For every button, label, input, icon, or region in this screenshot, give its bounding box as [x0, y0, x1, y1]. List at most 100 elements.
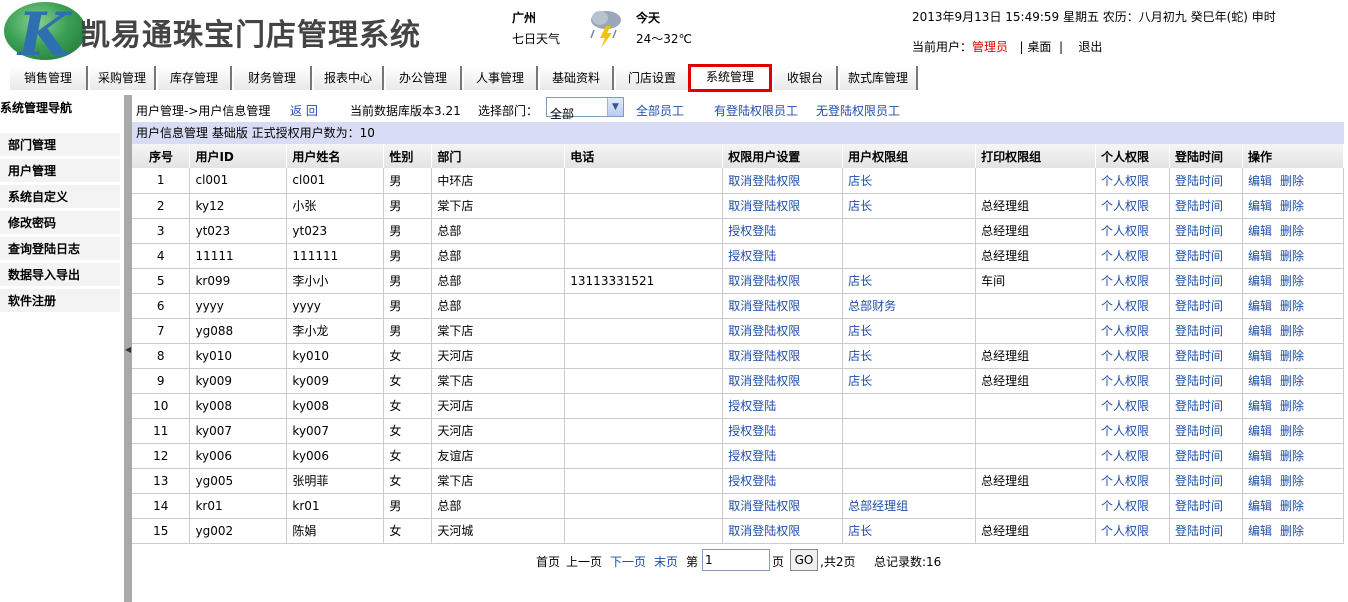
permission-group-link[interactable]: 店长 [848, 174, 872, 188]
nav-reports[interactable]: 报表中心 [314, 66, 384, 90]
edit-link[interactable]: 编辑 [1248, 499, 1272, 513]
delete-link[interactable]: 删除 [1280, 424, 1304, 438]
permission-setting-link[interactable]: 取消登陆权限 [728, 174, 800, 188]
permission-group-link[interactable]: 店长 [848, 324, 872, 338]
personal-permission-link[interactable]: 个人权限 [1101, 374, 1149, 388]
login-time-link[interactable]: 登陆时间 [1175, 199, 1223, 213]
all-staff-link[interactable]: 全部员工 [636, 102, 684, 119]
delete-link[interactable]: 删除 [1280, 274, 1304, 288]
permission-setting-link[interactable]: 授权登陆 [728, 224, 776, 238]
delete-link[interactable]: 删除 [1280, 499, 1304, 513]
personal-permission-link[interactable]: 个人权限 [1101, 449, 1149, 463]
login-time-link[interactable]: 登陆时间 [1175, 474, 1223, 488]
personal-permission-link[interactable]: 个人权限 [1101, 399, 1149, 413]
logout-link[interactable]: 退出 [1078, 40, 1102, 54]
login-time-link[interactable]: 登陆时间 [1175, 499, 1223, 513]
delete-link[interactable]: 删除 [1280, 174, 1304, 188]
personal-permission-link[interactable]: 个人权限 [1101, 224, 1149, 238]
nav-system-management[interactable]: 系统管理 [688, 64, 772, 92]
permission-group-link[interactable]: 店长 [848, 199, 872, 213]
personal-permission-link[interactable]: 个人权限 [1101, 199, 1149, 213]
chevron-down-icon[interactable]: ▼ [607, 98, 623, 116]
edit-link[interactable]: 编辑 [1248, 399, 1272, 413]
nav-cashier[interactable]: 收银台 [774, 66, 838, 90]
permission-setting-link[interactable]: 取消登陆权限 [728, 374, 800, 388]
login-time-link[interactable]: 登陆时间 [1175, 374, 1223, 388]
personal-permission-link[interactable]: 个人权限 [1101, 499, 1149, 513]
login-time-link[interactable]: 登陆时间 [1175, 249, 1223, 263]
go-button[interactable]: GO [790, 549, 818, 571]
permission-group-link[interactable]: 总部经理组 [848, 499, 908, 513]
collapse-arrow-icon[interactable]: ◀ [125, 345, 131, 354]
permission-setting-link[interactable]: 授权登陆 [728, 449, 776, 463]
login-time-link[interactable]: 登陆时间 [1175, 324, 1223, 338]
login-time-link[interactable]: 登陆时间 [1175, 399, 1223, 413]
personal-permission-link[interactable]: 个人权限 [1101, 274, 1149, 288]
personal-permission-link[interactable]: 个人权限 [1101, 324, 1149, 338]
permission-setting-link[interactable]: 取消登陆权限 [728, 274, 800, 288]
login-time-link[interactable]: 登陆时间 [1175, 449, 1223, 463]
nav-finance[interactable]: 财务管理 [234, 66, 312, 90]
nav-inventory[interactable]: 库存管理 [158, 66, 232, 90]
delete-link[interactable]: 删除 [1280, 324, 1304, 338]
permission-group-link[interactable]: 店长 [848, 374, 872, 388]
edit-link[interactable]: 编辑 [1248, 299, 1272, 313]
sidebar-item-users[interactable]: 用户管理 [0, 159, 120, 183]
delete-link[interactable]: 删除 [1280, 224, 1304, 238]
edit-link[interactable]: 编辑 [1248, 424, 1272, 438]
nav-purchase[interactable]: 采购管理 [90, 66, 156, 90]
permission-group-link[interactable]: 店长 [848, 274, 872, 288]
next-page-link[interactable]: 下一页 [610, 553, 646, 570]
edit-link[interactable]: 编辑 [1248, 174, 1272, 188]
personal-permission-link[interactable]: 个人权限 [1101, 524, 1149, 538]
personal-permission-link[interactable]: 个人权限 [1101, 299, 1149, 313]
delete-link[interactable]: 删除 [1280, 399, 1304, 413]
dept-select[interactable]: 全部 ▼ [546, 97, 624, 121]
edit-link[interactable]: 编辑 [1248, 324, 1272, 338]
permission-setting-link[interactable]: 取消登陆权限 [728, 524, 800, 538]
edit-link[interactable]: 编辑 [1248, 524, 1272, 538]
nav-basic-data[interactable]: 基础资料 [540, 66, 614, 90]
sidebar-item-registration[interactable]: 软件注册 [0, 289, 120, 313]
permission-group-link[interactable]: 店长 [848, 349, 872, 363]
permission-setting-link[interactable]: 取消登陆权限 [728, 324, 800, 338]
edit-link[interactable]: 编辑 [1248, 449, 1272, 463]
permission-setting-link[interactable]: 授权登陆 [728, 399, 776, 413]
nav-sales[interactable]: 销售管理 [10, 66, 88, 90]
permission-setting-link[interactable]: 取消登陆权限 [728, 199, 800, 213]
edit-link[interactable]: 编辑 [1248, 349, 1272, 363]
sidebar-item-custom[interactable]: 系统自定义 [0, 185, 120, 209]
personal-permission-link[interactable]: 个人权限 [1101, 174, 1149, 188]
delete-link[interactable]: 删除 [1280, 299, 1304, 313]
delete-link[interactable]: 删除 [1280, 249, 1304, 263]
weather-week-link[interactable]: 七日天气 [512, 30, 560, 47]
nav-store-settings[interactable]: 门店设置 [616, 66, 690, 90]
login-time-link[interactable]: 登陆时间 [1175, 424, 1223, 438]
delete-link[interactable]: 删除 [1280, 349, 1304, 363]
edit-link[interactable]: 编辑 [1248, 249, 1272, 263]
edit-link[interactable]: 编辑 [1248, 374, 1272, 388]
sidebar-item-departments[interactable]: 部门管理 [0, 133, 120, 157]
permission-setting-link[interactable]: 授权登陆 [728, 424, 776, 438]
personal-permission-link[interactable]: 个人权限 [1101, 349, 1149, 363]
login-time-link[interactable]: 登陆时间 [1175, 524, 1223, 538]
with-login-staff-link[interactable]: 有登陆权限员工 [714, 102, 798, 119]
without-login-staff-link[interactable]: 无登陆权限员工 [816, 102, 900, 119]
permission-setting-link[interactable]: 取消登陆权限 [728, 299, 800, 313]
delete-link[interactable]: 删除 [1280, 449, 1304, 463]
delete-link[interactable]: 删除 [1280, 374, 1304, 388]
permission-setting-link[interactable]: 授权登陆 [728, 249, 776, 263]
last-page-link[interactable]: 末页 [654, 553, 678, 570]
permission-group-link[interactable]: 总部财务 [848, 299, 896, 313]
edit-link[interactable]: 编辑 [1248, 474, 1272, 488]
edit-link[interactable]: 编辑 [1248, 199, 1272, 213]
login-time-link[interactable]: 登陆时间 [1175, 174, 1223, 188]
edit-link[interactable]: 编辑 [1248, 274, 1272, 288]
delete-link[interactable]: 删除 [1280, 524, 1304, 538]
sidebar-item-login-log[interactable]: 查询登陆日志 [0, 237, 120, 261]
login-time-link[interactable]: 登陆时间 [1175, 349, 1223, 363]
nav-hr[interactable]: 人事管理 [464, 66, 538, 90]
login-time-link[interactable]: 登陆时间 [1175, 224, 1223, 238]
personal-permission-link[interactable]: 个人权限 [1101, 424, 1149, 438]
login-time-link[interactable]: 登陆时间 [1175, 274, 1223, 288]
